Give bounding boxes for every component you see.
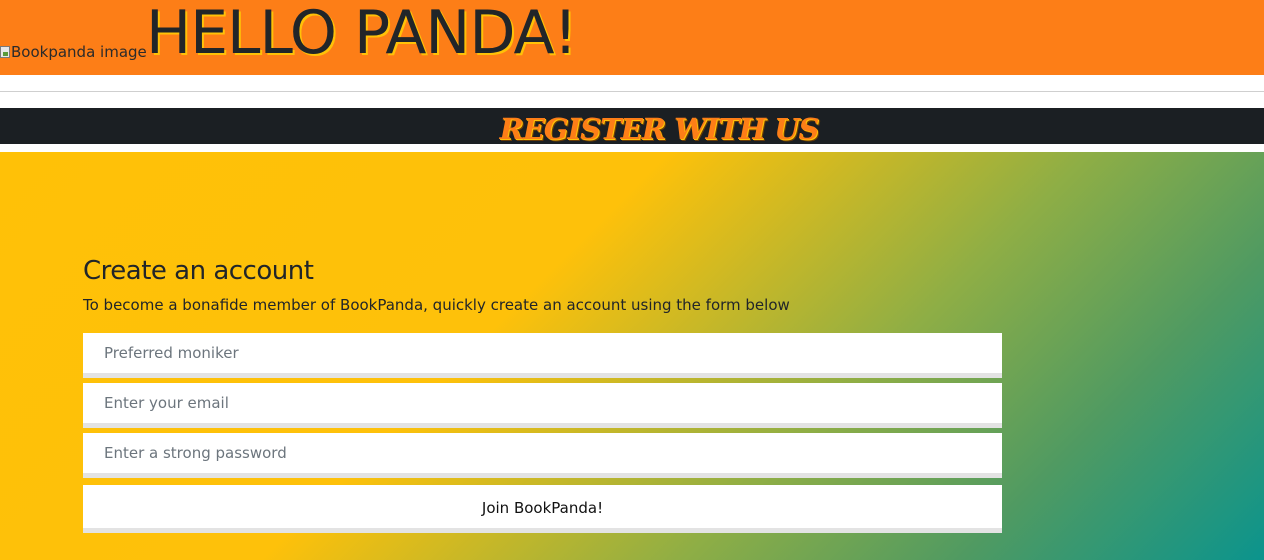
form-subtitle: To become a bonafide member of BookPanda… <box>83 296 790 314</box>
horizontal-divider <box>0 91 1264 92</box>
join-button[interactable]: Join BookPanda! <box>83 485 1002 533</box>
broken-image-icon <box>0 46 10 58</box>
page-title: HELLO PANDA! <box>146 0 578 68</box>
top-header: Bookpanda image HELLO PANDA! <box>0 0 1264 75</box>
password-input[interactable] <box>83 433 1002 478</box>
logo-image: Bookpanda image <box>0 42 147 62</box>
register-banner: REGISTER WITH US <box>0 108 1264 146</box>
logo-alt-text: Bookpanda image <box>11 43 147 61</box>
form-heading: Create an account <box>83 256 314 286</box>
register-banner-title: REGISTER WITH US <box>499 112 820 146</box>
form-header: Create an account To become a bonafide m… <box>83 253 1002 315</box>
email-input[interactable] <box>83 383 1002 428</box>
moniker-input[interactable] <box>83 333 1002 378</box>
